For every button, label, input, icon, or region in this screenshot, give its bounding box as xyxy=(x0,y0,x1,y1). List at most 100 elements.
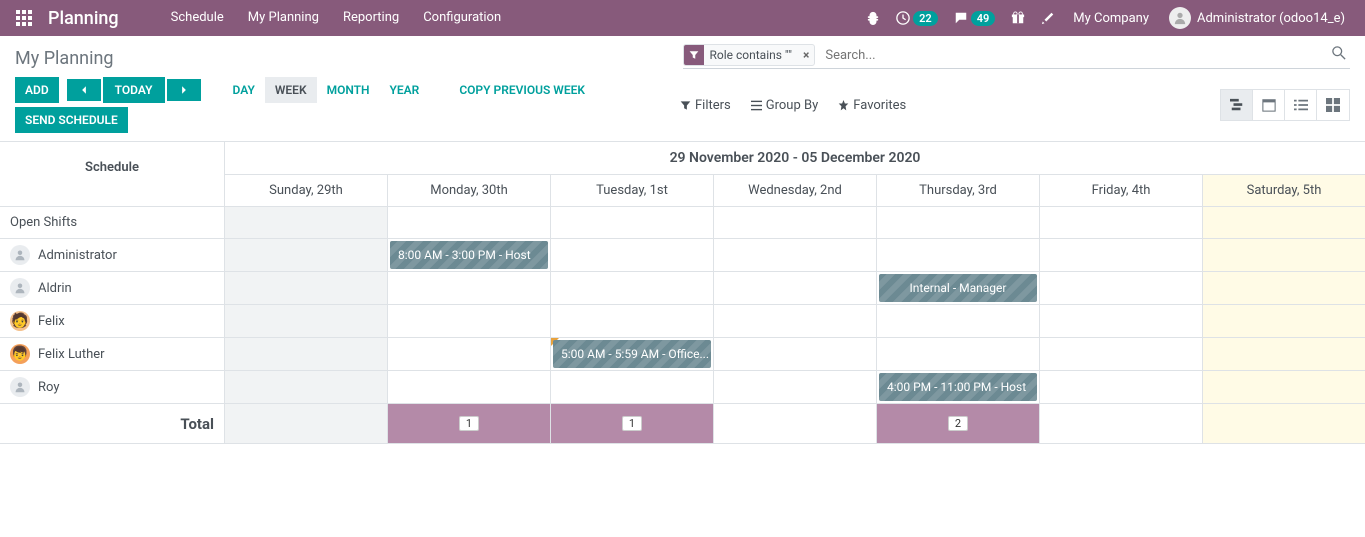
gantt-cell[interactable] xyxy=(388,338,551,370)
gantt-cell[interactable] xyxy=(714,305,877,337)
favorites-dropdown[interactable]: Favorites xyxy=(838,98,906,113)
chevron-right-icon xyxy=(179,85,189,95)
gantt-total-row: Total 1 1 2 xyxy=(0,404,1365,444)
gantt-cell[interactable] xyxy=(877,239,1040,271)
search-icon[interactable] xyxy=(1328,46,1350,64)
app-brand[interactable]: Planning xyxy=(48,8,119,29)
search-bar[interactable]: Role contains "" × xyxy=(683,44,1351,69)
day-header: Friday, 4th xyxy=(1040,175,1203,206)
gantt-cell[interactable] xyxy=(1040,272,1203,304)
nav-my-planning[interactable]: My Planning xyxy=(236,0,331,36)
gantt-cell[interactable] xyxy=(225,272,388,304)
nav-schedule[interactable]: Schedule xyxy=(159,0,236,36)
gantt-cell[interactable] xyxy=(1203,338,1365,370)
gantt-cell[interactable] xyxy=(388,305,551,337)
gantt-cell[interactable] xyxy=(225,207,388,238)
gantt-cell[interactable] xyxy=(225,239,388,271)
star-icon xyxy=(838,100,849,111)
tools-icon[interactable] xyxy=(1033,0,1063,36)
company-switcher[interactable]: My Company xyxy=(1063,11,1159,26)
row-label: Aldrin xyxy=(38,281,72,296)
today-button[interactable]: TODAY xyxy=(103,77,165,103)
shift-slot[interactable]: 5:00 AM - 5:59 AM - Office... xyxy=(553,340,711,368)
gantt-cell[interactable] xyxy=(388,272,551,304)
gantt-cell[interactable] xyxy=(1203,371,1365,403)
gantt-cell[interactable] xyxy=(1203,272,1365,304)
date-range-title: 29 November 2020 - 05 December 2020 xyxy=(225,142,1365,174)
scale-day[interactable]: DAY xyxy=(223,77,265,103)
gantt-cell[interactable] xyxy=(1203,305,1365,337)
gift-icon[interactable] xyxy=(1003,0,1033,36)
gantt-cell[interactable] xyxy=(1203,207,1365,238)
gantt-cell[interactable] xyxy=(714,338,877,370)
shift-slot[interactable]: 8:00 AM - 3:00 PM - Host xyxy=(390,241,548,269)
chevron-left-icon xyxy=(79,85,89,95)
scale-month[interactable]: MONTH xyxy=(317,77,380,103)
add-button[interactable]: ADD xyxy=(15,77,59,103)
filters-dropdown[interactable]: Filters xyxy=(680,98,731,113)
gantt-cell[interactable] xyxy=(877,305,1040,337)
gantt-cell[interactable] xyxy=(877,207,1040,238)
gantt-cell[interactable] xyxy=(551,207,714,238)
gantt-cell[interactable] xyxy=(551,272,714,304)
gantt-cell[interactable]: Internal - Manager xyxy=(877,272,1040,304)
gantt-cell[interactable] xyxy=(551,305,714,337)
facet-label: Role contains "" xyxy=(704,48,798,62)
gantt-cell[interactable]: 8:00 AM - 3:00 PM - Host xyxy=(388,239,551,271)
view-list-button[interactable] xyxy=(1285,90,1317,120)
shift-slot[interactable]: Internal - Manager xyxy=(879,274,1037,302)
total-label: Total xyxy=(0,404,225,443)
gantt-cell[interactable] xyxy=(225,305,388,337)
gantt-cell[interactable] xyxy=(714,371,877,403)
total-cell xyxy=(1040,404,1203,443)
apps-menu-icon[interactable] xyxy=(10,4,38,32)
groupby-dropdown[interactable]: Group By xyxy=(751,98,819,113)
gantt-cell[interactable] xyxy=(877,338,1040,370)
gantt-cell[interactable] xyxy=(551,371,714,403)
gantt-cell[interactable] xyxy=(551,239,714,271)
gantt-cell[interactable]: 5:00 AM - 5:59 AM - Office... xyxy=(551,338,714,370)
gantt-cell[interactable]: 4:00 PM - 11:00 PM - Host xyxy=(877,371,1040,403)
avatar-icon xyxy=(10,278,30,298)
row-label: Roy xyxy=(38,380,59,395)
messaging-icon[interactable]: 49 xyxy=(946,0,1004,36)
gantt-cell[interactable] xyxy=(1040,338,1203,370)
send-schedule-button[interactable]: SEND SCHEDULE xyxy=(15,107,128,133)
gantt-cell[interactable] xyxy=(1040,239,1203,271)
facet-remove-icon[interactable]: × xyxy=(798,48,814,62)
nav-reporting[interactable]: Reporting xyxy=(331,0,411,36)
row-label: Felix xyxy=(38,314,65,329)
user-menu[interactable]: Administrator (odoo14_e) xyxy=(1159,7,1355,29)
gantt-cell[interactable] xyxy=(1203,239,1365,271)
gantt-cell[interactable] xyxy=(388,207,551,238)
gantt-cell[interactable] xyxy=(714,239,877,271)
copy-previous-week-button[interactable]: COPY PREVIOUS WEEK xyxy=(449,77,595,103)
nav-configuration[interactable]: Configuration xyxy=(411,0,513,36)
gantt-cell[interactable] xyxy=(388,371,551,403)
view-kanban-button[interactable] xyxy=(1317,90,1349,120)
gantt-cell[interactable] xyxy=(1040,305,1203,337)
kanban-icon xyxy=(1326,98,1340,112)
search-input[interactable] xyxy=(819,46,1328,65)
view-gantt-button[interactable] xyxy=(1221,90,1253,120)
gantt-view: Schedule 29 November 2020 - 05 December … xyxy=(0,142,1365,444)
filter-icon xyxy=(680,100,691,111)
view-calendar-button[interactable] xyxy=(1253,90,1285,120)
scale-week[interactable]: WEEK xyxy=(265,77,317,103)
gantt-cell[interactable] xyxy=(225,338,388,370)
gantt-cell[interactable] xyxy=(1040,371,1203,403)
total-badge: 2 xyxy=(948,416,968,431)
row-label: Open Shifts xyxy=(10,215,77,230)
gantt-cell[interactable] xyxy=(714,272,877,304)
day-header: Sunday, 29th xyxy=(225,175,388,206)
gantt-cell[interactable] xyxy=(225,371,388,403)
prev-button[interactable] xyxy=(67,79,101,101)
activities-icon[interactable]: 22 xyxy=(888,0,946,36)
debug-icon[interactable] xyxy=(858,0,888,36)
scale-year[interactable]: YEAR xyxy=(380,77,430,103)
gantt-cell[interactable] xyxy=(1040,207,1203,238)
day-header: Tuesday, 1st xyxy=(551,175,714,206)
shift-slot[interactable]: 4:00 PM - 11:00 PM - Host xyxy=(879,373,1037,401)
gantt-cell[interactable] xyxy=(714,207,877,238)
next-button[interactable] xyxy=(167,79,201,101)
